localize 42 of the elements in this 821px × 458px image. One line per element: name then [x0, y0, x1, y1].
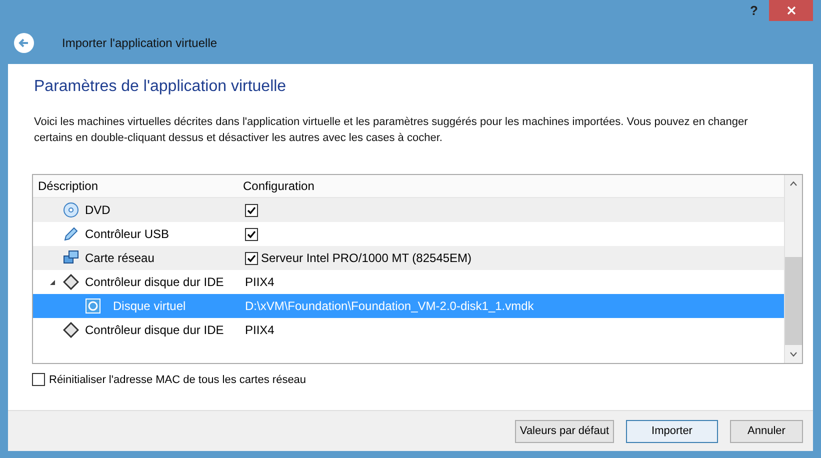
config-value: D:\xVM\Foundation\Foundation_VM-2.0-disk1_1.vmdk — [245, 299, 534, 313]
checkbox-label[interactable]: Réinitialiser l'adresse MAC de tous les cartes réseau — [49, 374, 306, 386]
tree-row[interactable]: Carte réseau Serveur Intel PRO/1000 MT (82545EM) — [33, 246, 784, 270]
row-label: DVD — [85, 203, 110, 217]
config-value: PIIX4 — [245, 323, 274, 337]
disk-image-icon — [85, 298, 101, 314]
row-label: Contrôleur disque dur IDE — [85, 275, 224, 289]
disk-drive-icon — [63, 274, 79, 290]
close-button[interactable] — [769, 0, 813, 21]
config-value: PIIX4 — [245, 275, 274, 289]
page-heading: Paramètres de l'application virtuelle — [34, 78, 288, 96]
dialog-button[interactable]: Valeurs par défaut — [514, 420, 614, 442]
checkbox[interactable] — [245, 252, 258, 264]
network-icon — [63, 250, 79, 266]
tree-row[interactable]: Contrôleur disque dur IDE PIIX4 — [33, 318, 784, 342]
row-label: Contrôleur USB — [85, 227, 170, 241]
scroll-up-icon[interactable] — [790, 181, 797, 186]
description-text: Voici les machines virtuelles décrites dans l'application virtuelle et les paramètres suggérés pour les machines importées. Vous pouvez en changer certains en double-cliquant dessus et désactiver les autres avec les cases à cocher. — [34, 115, 749, 146]
dialog-button[interactable]: Importer — [626, 420, 718, 442]
tree-row[interactable]: DVD — [33, 198, 784, 222]
row-label: Disque virtuel — [113, 299, 186, 313]
row-label: Carte réseau — [85, 251, 154, 265]
back-button[interactable] — [13, 32, 35, 54]
dialog-button[interactable]: Annuler — [730, 420, 803, 442]
window-title: Importer l'application virtuelle — [62, 36, 218, 50]
checkbox[interactable] — [245, 204, 258, 216]
tree-row[interactable]: Contrôleur disque dur IDE PIIX4 — [33, 270, 784, 294]
row-label: Contrôleur disque dur IDE — [85, 323, 224, 337]
scrollbar-thumb[interactable] — [785, 257, 802, 345]
scrollbar[interactable] — [784, 175, 802, 363]
disc-icon — [63, 202, 79, 218]
scroll-down-icon[interactable] — [790, 352, 797, 357]
disk-drive-icon — [63, 322, 79, 338]
checkbox[interactable] — [245, 228, 258, 240]
help-button[interactable]: ? — [739, 0, 769, 20]
checkbox[interactable] — [32, 373, 45, 386]
close-icon — [786, 6, 796, 15]
column-header[interactable]: Configuration — [238, 179, 784, 193]
pen-icon — [63, 226, 79, 242]
config-value: Serveur Intel PRO/1000 MT (82545EM) — [261, 251, 472, 265]
column-header[interactable]: Déscription — [33, 179, 238, 193]
tree-row[interactable]: Contrôleur USB — [33, 222, 784, 246]
